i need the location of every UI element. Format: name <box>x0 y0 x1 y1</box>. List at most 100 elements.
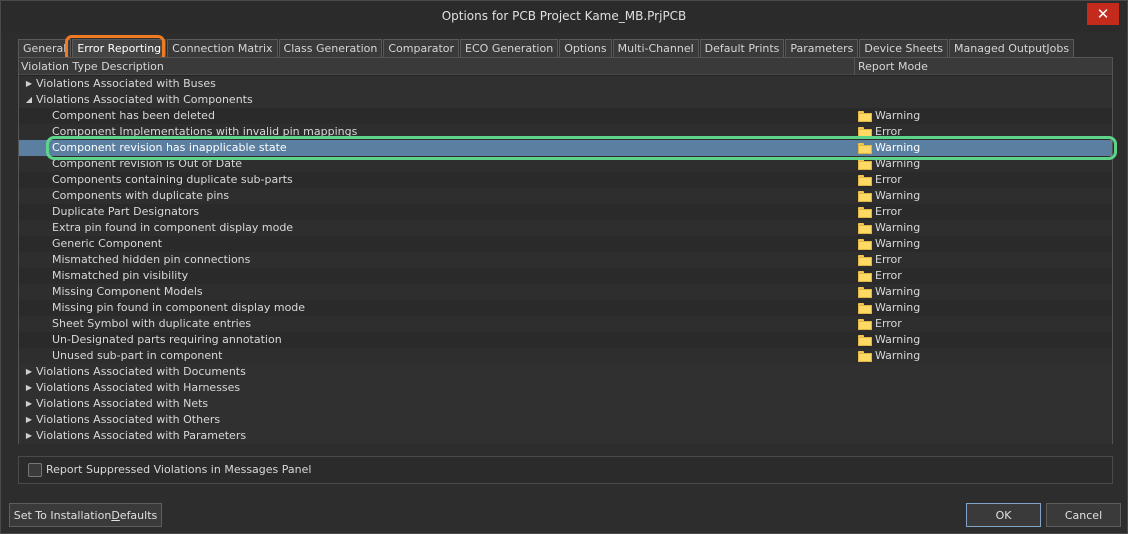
group-label: Violations Associated with Parameters <box>36 429 247 442</box>
collapsed-arrow-icon[interactable]: ▶ <box>24 76 34 92</box>
row-highlight-annotation <box>46 136 1117 160</box>
collapsed-arrow-icon[interactable]: ▶ <box>24 428 34 444</box>
report-mode-value: Warning <box>875 285 921 298</box>
violation-row[interactable]: Un-Designated parts requiring annotation… <box>19 332 1112 348</box>
folder-icon <box>858 335 872 346</box>
group-row[interactable]: ▶ Violations Associated with Documents <box>19 364 1112 380</box>
report-suppressed-checkbox[interactable] <box>28 463 42 477</box>
group-label: Violations Associated with Others <box>36 413 221 426</box>
group-label: Violations Associated with Buses <box>36 77 216 90</box>
violation-label: Extra pin found in component display mod… <box>52 221 294 234</box>
report-mode-value: Warning <box>875 109 921 122</box>
cancel-label: Cancel <box>1064 508 1103 522</box>
violation-row[interactable]: Mismatched hidden pin connections Error <box>19 252 1112 268</box>
violation-label: Components containing duplicate sub-part… <box>52 173 293 186</box>
group-label: Violations Associated with Nets <box>36 397 209 410</box>
violation-row[interactable]: Mismatched pin visibility Error <box>19 268 1112 284</box>
close-button[interactable]: ✕ <box>1087 3 1119 25</box>
folder-icon <box>858 287 872 298</box>
defaults-label-accel: D <box>111 508 120 522</box>
collapsed-arrow-icon[interactable]: ▶ <box>24 364 34 380</box>
report-mode-value: Error <box>875 205 902 218</box>
column-header-description[interactable]: Violation Type Description <box>21 60 164 73</box>
report-mode-value: Error <box>875 173 902 186</box>
folder-icon <box>858 175 872 186</box>
defaults-label-post: efaults <box>119 508 158 522</box>
violation-label: Un-Designated parts requiring annotation <box>52 333 282 346</box>
violation-row[interactable]: Component has been deleted Warning <box>19 108 1112 124</box>
folder-icon <box>858 239 872 250</box>
report-mode-value: Error <box>875 269 902 282</box>
violation-row[interactable]: Missing Component Models Warning <box>19 284 1112 300</box>
violation-label: Missing Component Models <box>52 285 203 298</box>
report-mode-value: Warning <box>875 221 921 234</box>
tab-options[interactable]: Options <box>559 39 612 57</box>
folder-icon <box>858 255 872 266</box>
violation-label: Sheet Symbol with duplicate entries <box>52 317 252 330</box>
tab-bar: General Error Reporting Connection Matrix C… <box>18 39 1075 58</box>
report-mode-value: Warning <box>875 189 921 202</box>
group-row[interactable]: ▶ Violations Associated with Parameters <box>19 428 1112 444</box>
expanded-arrow-icon[interactable]: ◢ <box>24 92 34 108</box>
group-row[interactable]: ▶ Violations Associated with Harnesses <box>19 380 1112 396</box>
violation-label: Generic Component <box>52 237 163 250</box>
collapsed-arrow-icon[interactable]: ▶ <box>24 380 34 396</box>
window-title: Options for PCB Project Kame_MB.PrjPCB <box>441 9 687 23</box>
set-installation-defaults-button[interactable]: Set To Installation Defaults <box>9 503 162 527</box>
report-mode-value: Error <box>875 317 902 330</box>
folder-icon <box>858 191 872 202</box>
tab-class-generation[interactable]: Class Generation <box>278 39 383 57</box>
options-bar: Report Suppressed Violations in Messages… <box>18 456 1113 484</box>
tab-general[interactable]: General <box>18 39 72 57</box>
group-label: Violations Associated with Documents <box>36 365 246 378</box>
violation-row[interactable]: Extra pin found in component display mod… <box>19 220 1112 236</box>
violation-grid: Violation Type Description Report Mode ▶… <box>18 57 1113 444</box>
report-mode-value: Warning <box>875 301 921 314</box>
defaults-label-pre: Set To Installation <box>13 508 112 522</box>
violation-label: Components with duplicate pins <box>52 189 230 202</box>
tab-managed-outputjobs[interactable]: Managed OutputJobs <box>949 39 1075 57</box>
report-mode-value: Warning <box>875 349 921 362</box>
folder-icon <box>858 111 872 122</box>
ok-label: OK <box>995 508 1012 522</box>
folder-icon <box>858 303 872 314</box>
folder-icon <box>858 207 872 218</box>
cancel-button[interactable]: Cancel <box>1046 503 1121 527</box>
group-row[interactable]: ▶ Violations Associated with Nets <box>19 396 1112 412</box>
folder-icon <box>858 351 872 362</box>
title-bar: Options for PCB Project Kame_MB.PrjPCB ✕ <box>1 1 1127 33</box>
violation-label: Mismatched hidden pin connections <box>52 253 251 266</box>
violation-row[interactable]: Components with duplicate pins Warning <box>19 188 1112 204</box>
violation-row[interactable]: Missing pin found in component display m… <box>19 300 1112 316</box>
tab-default-prints[interactable]: Default Prints <box>699 39 785 57</box>
ok-button[interactable]: OK <box>966 503 1041 527</box>
options-dialog: Options for PCB Project Kame_MB.PrjPCB ✕… <box>0 0 1128 534</box>
tab-multi-channel[interactable]: Multi-Channel <box>612 39 699 57</box>
group-row[interactable]: ◢ Violations Associated with Components <box>19 92 1112 108</box>
tab-device-sheets[interactable]: Device Sheets <box>859 39 949 57</box>
folder-icon <box>858 319 872 330</box>
tab-eco-generation[interactable]: ECO Generation <box>460 39 559 57</box>
violation-row[interactable]: Duplicate Part Designators Error <box>19 204 1112 220</box>
tab-comparator[interactable]: Comparator <box>383 39 460 57</box>
tab-parameters[interactable]: Parameters <box>785 39 859 57</box>
violation-row[interactable]: Unused sub-part in component Warning <box>19 348 1112 364</box>
violation-label: Component has been deleted <box>52 109 215 122</box>
report-mode-value: Error <box>875 253 902 266</box>
report-suppressed-label[interactable]: Report Suppressed Violations in Messages… <box>46 463 311 476</box>
column-divider[interactable] <box>854 58 855 75</box>
report-mode-value: Warning <box>875 333 921 346</box>
violation-label: Unused sub-part in component <box>52 349 223 362</box>
collapsed-arrow-icon[interactable]: ▶ <box>24 412 34 428</box>
group-row[interactable]: ▶ Violations Associated with Buses <box>19 76 1112 92</box>
violation-label: Mismatched pin visibility <box>52 269 189 282</box>
violation-row[interactable]: Components containing duplicate sub-part… <box>19 172 1112 188</box>
violation-row[interactable]: Sheet Symbol with duplicate entries Error <box>19 316 1112 332</box>
violation-row[interactable]: Generic Component Warning <box>19 236 1112 252</box>
column-header-report-mode[interactable]: Report Mode <box>858 60 928 73</box>
collapsed-arrow-icon[interactable]: ▶ <box>24 396 34 412</box>
group-row[interactable]: ▶ Violations Associated with Others <box>19 412 1112 428</box>
group-label: Violations Associated with Components <box>36 93 253 106</box>
tab-connection-matrix[interactable]: Connection Matrix <box>167 39 278 57</box>
close-icon: ✕ <box>1096 5 1110 23</box>
